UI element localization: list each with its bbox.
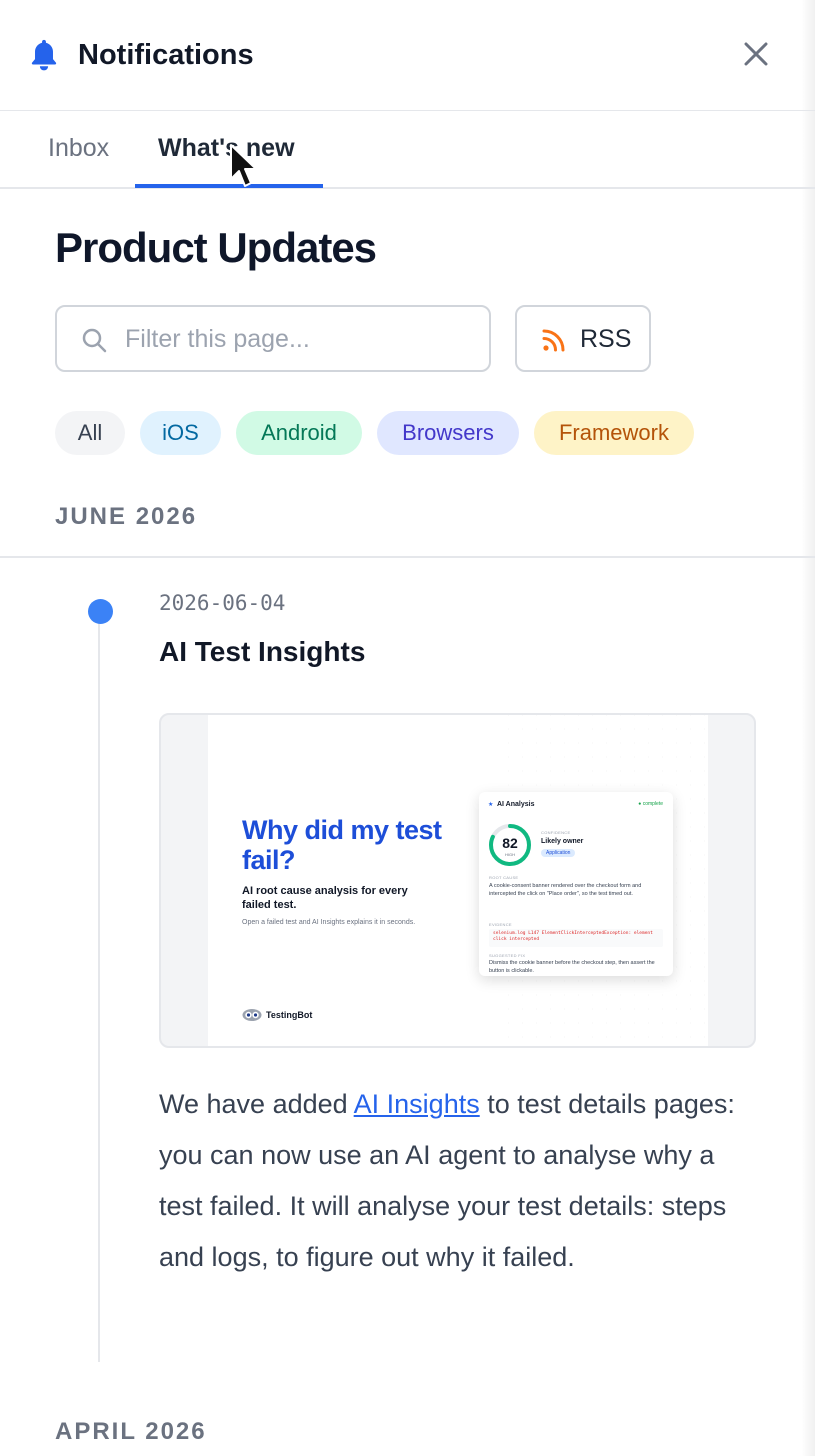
panel-title: Notifications: [78, 39, 254, 71]
promo-headline: Why did my test fail?: [242, 815, 442, 875]
ai-analysis-card: ★ AI Analysis ● complete 82 HIGH CONFIDE…: [479, 792, 673, 976]
filter-android[interactable]: Android: [236, 411, 362, 455]
month-heading-april: APRIL 2026: [55, 1418, 207, 1445]
card-title: AI Analysis: [497, 801, 535, 808]
tab-whats-new[interactable]: What's new: [158, 131, 295, 165]
brand-name: TestingBot: [266, 1010, 313, 1020]
notifications-header: Notifications: [0, 0, 815, 111]
rss-icon: [542, 329, 565, 352]
category-badge: Application: [541, 849, 576, 857]
root-cause-text: A cookie-consent banner rendered over th…: [489, 883, 642, 897]
sparkle-icon: ★: [488, 802, 494, 808]
mouse-cursor-icon: [230, 144, 257, 187]
tab-bar: Inbox What's new: [0, 111, 815, 189]
entry-date: 2026-06-04: [159, 591, 286, 615]
score-value: 82: [502, 835, 518, 851]
fix-text: Dismiss the cookie banner before the che…: [489, 960, 655, 974]
testingbot-logo-icon: [242, 1009, 262, 1021]
filter-framework[interactable]: Framework: [534, 411, 694, 455]
search-icon: [82, 328, 107, 353]
entry-title: AI Test Insights: [159, 636, 366, 667]
timeline-line: [98, 620, 100, 1362]
page-title: Product Updates: [55, 224, 377, 271]
close-icon[interactable]: [740, 38, 772, 70]
entry-body-start: We have added: [159, 1089, 354, 1119]
bell-icon: [31, 39, 57, 71]
card-status: ● complete: [638, 801, 663, 807]
filter-ios[interactable]: iOS: [140, 411, 221, 455]
entry-image: Why did my test fail? AI root cause anal…: [159, 713, 756, 1048]
timeline-dot: [88, 599, 113, 624]
tab-inbox[interactable]: Inbox: [48, 131, 109, 165]
filter-all[interactable]: All: [55, 411, 125, 455]
entry-body: We have added AI Insights to test detail…: [159, 1079, 759, 1283]
evidence-text: selenium.log L147 ElementClickIntercepte…: [493, 931, 653, 942]
search-box[interactable]: [55, 305, 491, 372]
promo-subheadline: AI root cause analysis for every failed …: [242, 885, 408, 911]
root-cause-caption: ROOT CAUSE: [489, 875, 519, 880]
panel-edge-shadow: [801, 0, 815, 1456]
fix-caption: SUGGESTED FIX: [489, 953, 526, 958]
confidence-value: Likely owner: [541, 838, 584, 845]
evidence-block: selenium.log L147 ElementClickIntercepte…: [489, 929, 663, 947]
promo-banner: Why did my test fail? AI root cause anal…: [208, 715, 708, 1046]
ai-insights-link[interactable]: AI Insights: [354, 1089, 480, 1119]
evidence-caption: EVIDENCE: [489, 922, 512, 927]
confidence-caption: CONFIDENCE: [541, 830, 571, 835]
promo-caption: Open a failed test and AI Insights expla…: [242, 919, 416, 926]
score-label: HIGH: [505, 852, 515, 857]
month-heading-june: JUNE 2026: [55, 503, 198, 530]
rss-label: RSS: [580, 325, 632, 353]
rss-button[interactable]: RSS: [515, 305, 651, 372]
divider: [0, 556, 815, 558]
search-input[interactable]: [123, 307, 477, 372]
filter-browsers[interactable]: Browsers: [377, 411, 519, 455]
